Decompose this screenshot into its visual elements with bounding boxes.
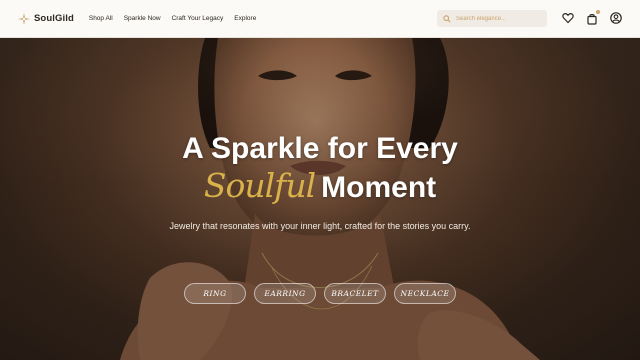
nav-craft-your-legacy[interactable]: Craft Your Legacy — [172, 15, 224, 22]
nav-sparkle-now[interactable]: Sparkle Now — [124, 15, 161, 22]
user-icon[interactable] — [610, 12, 622, 24]
bag-icon — [587, 14, 597, 25]
search-box[interactable] — [437, 10, 547, 27]
brand-name: SoulGild — [34, 13, 74, 24]
category-necklace-button[interactable]: NECKLACE — [394, 283, 456, 304]
search-icon — [443, 14, 451, 23]
hero-headline-script-word: Soulful — [203, 166, 316, 205]
nav-shop-all[interactable]: Shop All — [89, 15, 113, 22]
category-ring-button[interactable]: RING — [184, 283, 246, 304]
category-earring-button[interactable]: EARRING — [254, 283, 316, 304]
brand-logo[interactable]: SoulGild — [18, 12, 74, 25]
cart-button[interactable] — [586, 10, 600, 25]
search-input[interactable] — [456, 15, 536, 22]
hero-banner: A Sparkle for Every Soulful Moment Jewelr… — [0, 38, 640, 360]
hero-headline-line-1: A Sparkle for Every — [182, 132, 458, 165]
cart-badge — [596, 10, 600, 14]
hero-headline-moment: Moment — [321, 171, 437, 204]
main-nav: Shop All Sparkle Now Craft Your Legacy E… — [89, 15, 256, 22]
heart-icon[interactable] — [562, 12, 574, 24]
category-chips: RING EARRING BRACELET NECKLACE — [0, 283, 640, 304]
hero-headline-line-2: Soulful Moment — [0, 166, 640, 206]
top-navbar: SoulGild Shop All Sparkle Now Craft Your… — [0, 0, 640, 38]
hero-subtitle: Jewelry that resonates with your inner l… — [169, 221, 471, 231]
nav-explore[interactable]: Explore — [234, 15, 256, 22]
category-bracelet-button[interactable]: BRACELET — [324, 283, 386, 304]
sparkle-logo-icon — [18, 12, 30, 25]
nav-actions — [562, 10, 622, 25]
